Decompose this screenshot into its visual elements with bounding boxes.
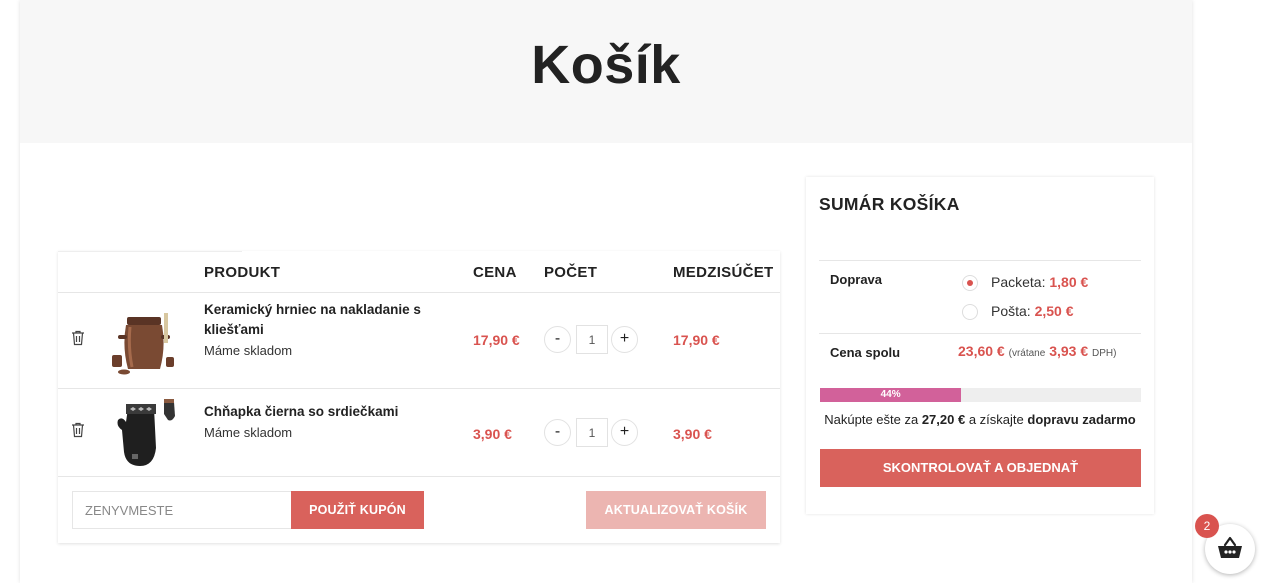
qty-increase-button[interactable]: +: [611, 326, 638, 353]
header-subtotal: MEDZISÚČET: [673, 264, 774, 281]
trash-icon[interactable]: [71, 330, 85, 346]
qty-decrease-button[interactable]: -: [544, 419, 571, 446]
cart-table: PRODUKT CENA POČET MEDZISÚČET Keramický …: [58, 251, 780, 543]
product-subtotal: 17,90 €: [673, 332, 720, 348]
qty-increase-button[interactable]: +: [611, 419, 638, 446]
stock-status: Máme skladom: [204, 343, 293, 358]
page: Košík PRODUKT CENA POČET MEDZISÚČET Kera…: [20, 0, 1192, 583]
divider: [819, 333, 1141, 334]
divider: [58, 476, 780, 477]
shipping-option-posta[interactable]: Pošta: 2,50 €: [991, 303, 1074, 319]
divider: [819, 260, 1141, 261]
product-name[interactable]: Chňapka čierna so srdiečkami: [204, 402, 398, 422]
stock-status: Máme skladom: [204, 425, 293, 440]
page-header: Košík: [20, 0, 1192, 143]
free-shipping-text: Nakúpte ešte za 27,20 € a získajte dopra…: [824, 412, 1136, 427]
ceramic-pot-icon[interactable]: [104, 309, 184, 377]
checkout-button[interactable]: SKONTROLOVAŤ A OBJEDNAŤ: [820, 449, 1141, 487]
header-quantity: POČET: [544, 264, 598, 281]
header-price: CENA: [473, 264, 517, 281]
free-shipping-progress: 44%: [820, 388, 1141, 402]
page-title: Košík: [531, 35, 681, 95]
total-label: Cena spolu: [830, 345, 901, 360]
summary-title: SUMÁR KOŠÍKA: [819, 194, 960, 214]
qty-input[interactable]: [576, 325, 608, 354]
progress-fill: 44%: [820, 388, 962, 402]
table-row: Chňapka čierna so srdiečkami Máme sklado…: [58, 389, 780, 476]
product-subtotal: 3,90 €: [673, 426, 712, 442]
apply-coupon-button[interactable]: POUŽIŤ KUPÓN: [291, 491, 424, 529]
trash-icon[interactable]: [71, 422, 85, 438]
product-name-continued[interactable]: kliešťami: [204, 320, 264, 340]
coupon-input[interactable]: [72, 491, 292, 529]
table-row: Keramický hrniec na nakladanie s kliešťa…: [58, 293, 780, 388]
qty-input[interactable]: [576, 418, 608, 447]
shipping-radio-posta[interactable]: [962, 304, 978, 320]
basket-count-badge: 2: [1195, 514, 1219, 538]
product-price: 17,90 €: [473, 332, 520, 348]
oven-mitt-icon[interactable]: [104, 396, 184, 468]
shipping-option-packeta[interactable]: Packeta: 1,80 €: [991, 274, 1088, 290]
cart-summary: SUMÁR KOŠÍKA Doprava Packeta: 1,80 € Poš…: [806, 177, 1154, 514]
product-price: 3,90 €: [473, 426, 512, 442]
total-price: 23,60 € (vrátane 3,93 € DPH): [958, 343, 1117, 359]
shipping-radio-packeta[interactable]: [962, 275, 978, 291]
header-product: PRODUKT: [204, 264, 281, 281]
qty-decrease-button[interactable]: -: [544, 326, 571, 353]
shipping-label: Doprava: [830, 272, 883, 287]
update-cart-button[interactable]: AKTUALIZOVAŤ KOŠÍK: [586, 491, 766, 529]
product-name[interactable]: Keramický hrniec na nakladanie s: [204, 300, 421, 320]
